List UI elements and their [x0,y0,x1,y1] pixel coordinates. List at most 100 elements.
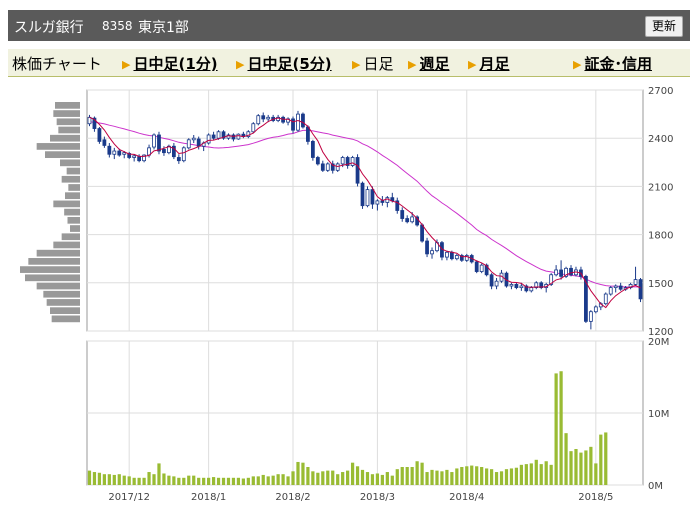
volume-bar [485,468,489,485]
candle-body [569,267,573,276]
candle-body [588,311,593,322]
volume-tick-label: 0M [648,481,663,492]
candle-body [315,157,320,165]
candle-body [375,200,380,205]
volume-bar [350,462,355,485]
volume-bar [172,476,176,485]
candle-body [554,269,559,276]
volume-bar [127,476,131,485]
volume-bar [182,477,186,485]
date-tick-label: 2018/3 [360,492,395,503]
volume-bar [415,461,419,485]
volume-profile-bar [68,184,80,191]
candle-body [325,163,330,171]
volume-bar [445,469,449,485]
candle-body [445,251,449,258]
volume-bar [370,474,375,485]
date-tick-label: 2018/4 [449,492,484,503]
volume-bar [480,467,484,485]
volume-profile-bar [36,249,80,257]
volume-bar [256,476,260,485]
candle-body [301,113,305,128]
volume-profile-bar [36,143,80,150]
volume-bar [137,477,141,485]
volume-bar [425,472,429,485]
date-tick-label: 2018/1 [191,492,226,503]
volume-bar [311,471,315,485]
volume-bar [87,470,92,485]
volume-bar [197,477,201,485]
volume-bar [509,468,514,485]
volume-profile-bar [64,208,80,216]
volume-bar [390,475,394,485]
candle-body [350,157,355,166]
volume-bar [529,463,533,485]
volume-bar [207,477,211,485]
volume-profile-bar [43,290,80,298]
candle-body [157,134,161,152]
volume-bar [460,467,464,485]
volume-profile-bar [36,282,80,290]
volume-profile-bar [66,167,80,175]
volume-profile-bar [51,315,80,323]
volume-bar [92,472,97,485]
candle-body [102,139,107,146]
candle-body [122,152,127,155]
volume-bar [465,466,469,485]
volume-profile-bar [28,258,80,265]
volume-bar [226,477,231,485]
volume-bar [177,477,181,485]
candle-body [454,255,459,260]
volume-bar [241,478,245,485]
candle-body [425,240,429,255]
candle-body [291,118,295,131]
price-tick-label: 1500 [648,279,673,290]
price-tick-label: 2700 [648,86,673,97]
candle-body [162,149,166,154]
date-tick-label: 2018/2 [275,492,310,503]
volume-tick-label: 20M [648,337,669,348]
volume-bar [266,476,270,485]
volume-bar [147,472,151,485]
volume-bar [494,472,499,485]
volume-bar [400,467,404,485]
volume-bar [554,373,558,485]
candle-body [405,218,410,223]
volume-profile-bar [53,241,80,249]
volume-bar [405,467,409,485]
candle-body [266,116,271,120]
candle-body [494,280,499,287]
candle-body [152,134,156,148]
candle-body [296,113,300,131]
candle-body [97,128,102,142]
candle-body [474,261,479,272]
volume-bar [395,469,399,485]
volume-bar [281,474,285,485]
volume-bar [202,477,206,485]
candle-body [430,250,434,255]
volume-bar [355,466,360,485]
candle-body [608,287,613,295]
volume-bar [589,446,593,485]
volume-profile-bar [46,299,80,306]
candle-body [355,157,360,184]
candle-body [261,115,266,120]
candle-body [479,264,484,272]
stock-chart: 27002400210018001500120020M10M0M2017/12 2… [20,86,673,503]
volume-bar [346,470,350,485]
candle-body [320,163,325,171]
volume-bar [584,450,588,485]
volume-profile-bar [61,233,80,241]
candle-body [618,285,623,290]
volume-bar [579,452,583,485]
volume-bar [336,474,340,485]
volume-bar [97,472,102,485]
candle-body [236,133,241,140]
volume-bar [221,477,226,485]
date-tick-label: 2017/12 [108,492,150,503]
volume-bar [514,467,519,485]
volume-bar [559,371,563,485]
candle-body [593,306,598,313]
candle-body [117,150,122,156]
candle-body [613,285,618,289]
